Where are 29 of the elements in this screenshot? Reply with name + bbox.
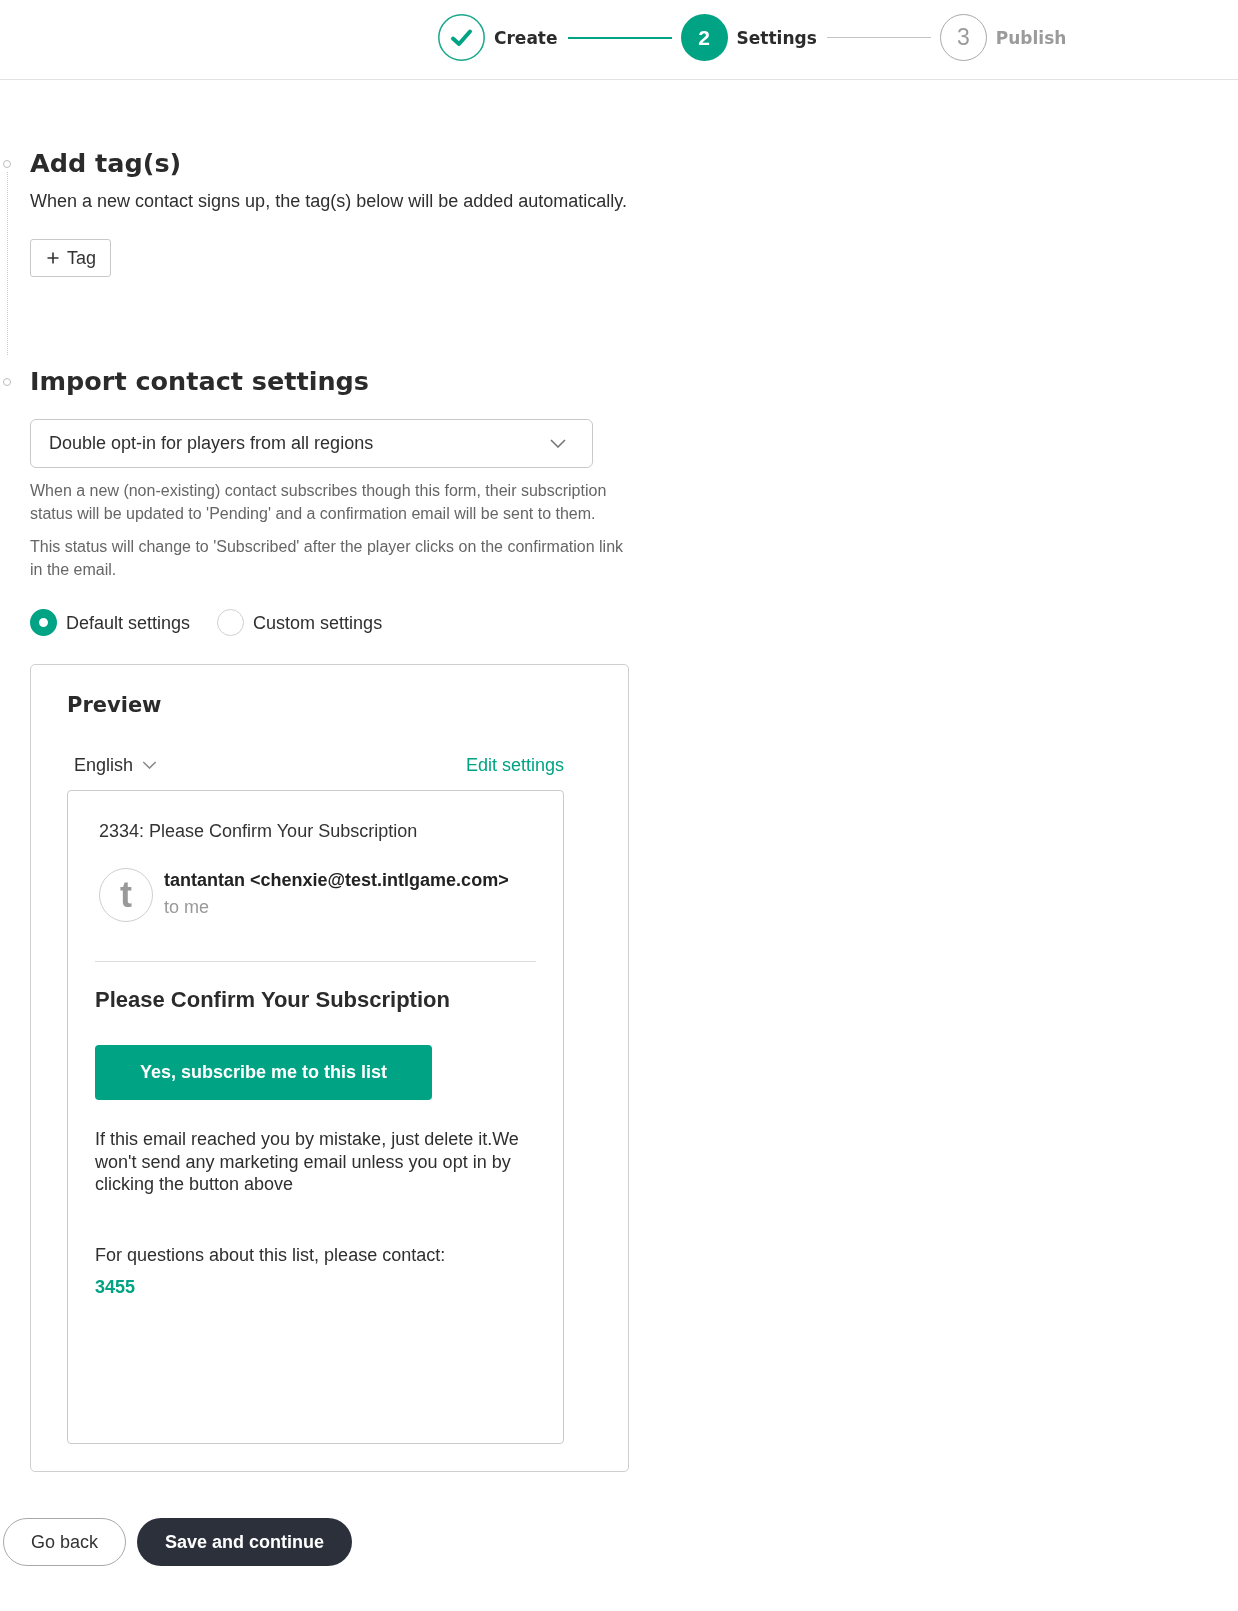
section-title: Import contact settings <box>30 365 370 398</box>
step-label: Settings <box>736 27 817 48</box>
section-title: Add tag(s) <box>30 147 182 180</box>
step-label: Publish <box>995 27 1067 48</box>
opt-in-dropdown[interactable]: Double opt-in for players from all regions <box>30 419 593 468</box>
add-tag-button[interactable]: Tag <box>30 239 112 277</box>
email-body-text: If this email reached you by mistake, just delete it.We won't send any marketing email unless you opt in by clicking the button above <box>95 1128 520 1196</box>
email-subject: 2334: Please Confirm Your Subscription <box>99 820 418 843</box>
chevron-down-icon <box>142 761 158 769</box>
step-label: Create <box>494 27 558 48</box>
language-dropdown[interactable]: English <box>67 753 158 777</box>
step-number: 3 <box>939 14 987 61</box>
recipient-text: to me <box>164 896 211 919</box>
help-text: When a new (non-existing) contact subscribes though this form, their subscription status will be updated to 'Pending' and a confirmation email will be sent to them. <box>30 481 608 524</box>
radio-label[interactable]: Custom settings <box>253 610 383 635</box>
radio-label[interactable]: Default settings <box>66 610 191 635</box>
section-description: When a new contact signs up, the tag(s) below will be added automatically. <box>30 190 627 213</box>
step-number: 2 <box>680 14 728 61</box>
sender-name: tantantan <chenxie@test.intlgame.com> <box>164 869 509 892</box>
save-button[interactable]: Save and continue <box>137 1518 352 1566</box>
email-heading: Please Confirm Your Subscription <box>95 986 450 1014</box>
preview-title: Preview <box>67 692 162 719</box>
help-text: This status will change to 'Subscribed' after the player clicks on the confirmation link in the email. <box>30 537 625 580</box>
chevron-down-icon <box>550 439 566 448</box>
contact-prompt: For questions about this list, please contact: <box>95 1243 446 1267</box>
plus-icon <box>47 252 59 264</box>
radio-button[interactable] <box>30 609 57 636</box>
back-button[interactable]: Go back <box>3 1518 126 1566</box>
radio-button[interactable] <box>217 609 245 636</box>
